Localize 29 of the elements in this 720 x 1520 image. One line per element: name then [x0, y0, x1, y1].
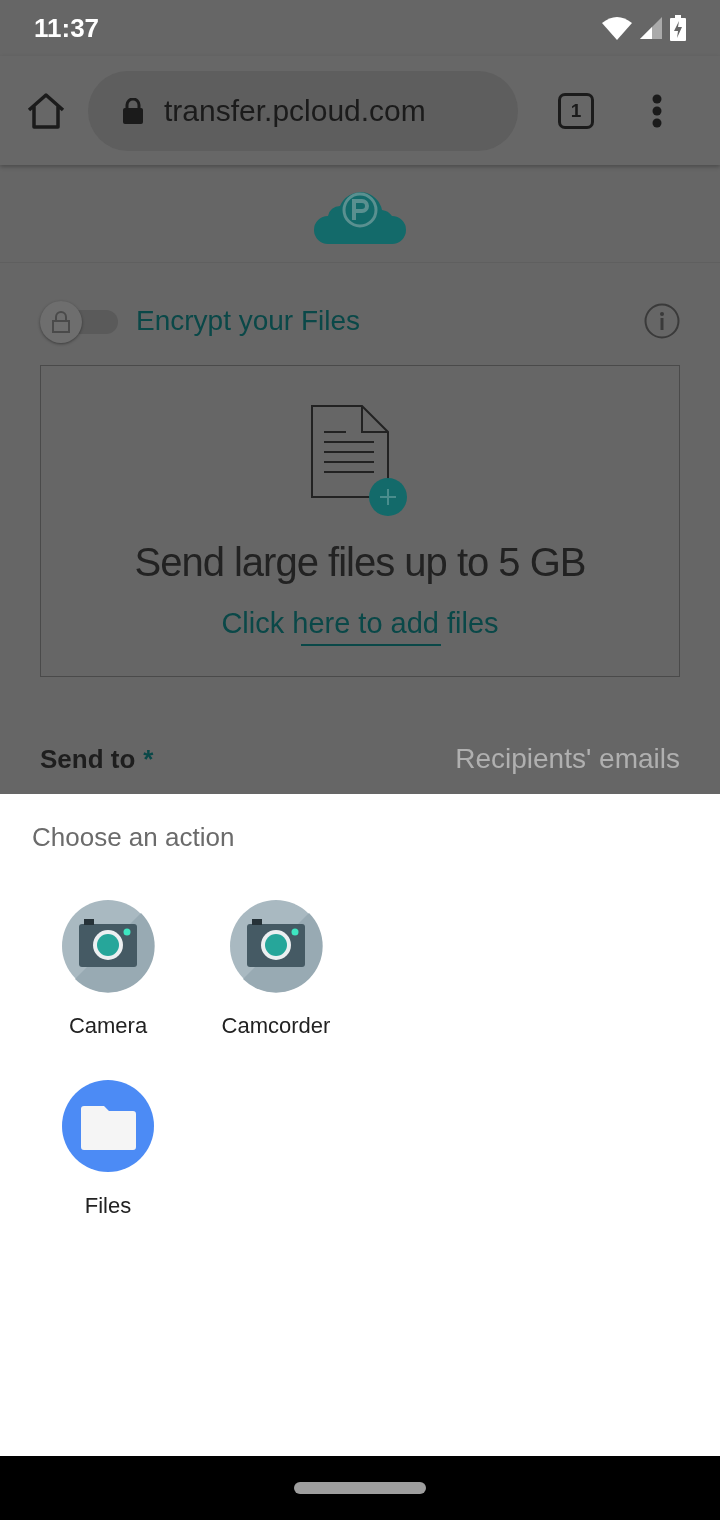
url-text: transfer.pcloud.com [164, 93, 426, 128]
encrypt-toggle[interactable] [40, 301, 120, 341]
home-icon[interactable] [26, 91, 66, 130]
address-bar[interactable]: transfer.pcloud.com [88, 70, 518, 151]
upload-heading: Send large files up to 5 GB [134, 540, 586, 585]
encrypt-label: Encrypt your Files [136, 305, 362, 337]
add-document-icon [310, 404, 410, 518]
send-to-label: Send to [40, 743, 136, 774]
camera-icon [61, 899, 155, 993]
home-handle[interactable] [294, 1482, 426, 1494]
upload-area[interactable]: Send large files up to 5 GB Click here to add files [40, 365, 680, 677]
wifi-icon [602, 16, 632, 40]
add-files-link[interactable]: Click here to add files [221, 607, 499, 648]
signal-icon [640, 17, 662, 39]
app-option[interactable]: Camera [24, 899, 192, 1039]
battery-icon [670, 15, 686, 41]
camera-icon [229, 899, 323, 993]
tab-switcher-button[interactable]: 1 [558, 92, 594, 129]
more-menu-icon[interactable] [652, 93, 662, 128]
recipients-field[interactable]: Recipients' emails [380, 743, 680, 775]
lock-icon [51, 311, 71, 333]
info-icon[interactable] [644, 303, 680, 339]
folder-icon [61, 1079, 155, 1173]
lock-icon [122, 97, 144, 124]
required-mark: * [143, 743, 154, 774]
sheet-title: Choose an action [32, 822, 236, 853]
status-time: 11:37 [34, 12, 100, 44]
app-option[interactable]: Camcorder [192, 899, 360, 1039]
app-option[interactable]: Files [24, 1079, 192, 1219]
